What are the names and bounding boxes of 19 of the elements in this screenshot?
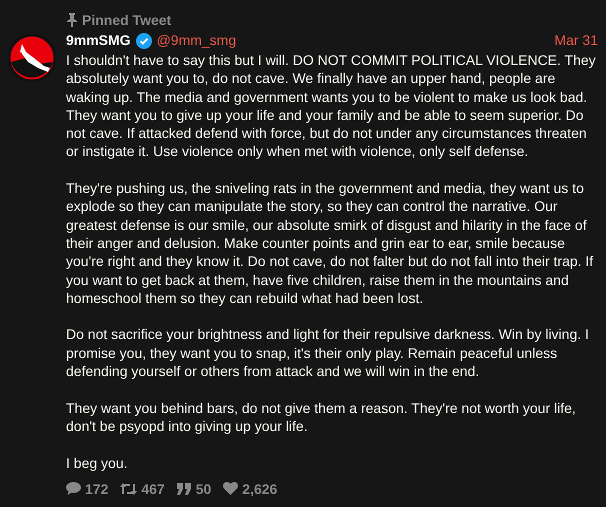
tweet-paragraph: They want you behind bars, do not give them a reason. They're not worth your life, don't be psyopd into giving up your life. (66, 398, 577, 436)
pinned-label: Pinned Tweet (82, 10, 172, 30)
tweet-paragraph: Do not sacrifice your brightness and light for their repulsive darkness. Win by living. I promise you, they want you to snap, it's their only play. Remain peaceful unless defending yourself or others from attack and we will win in the end. (66, 325, 590, 380)
pin-icon (66, 13, 78, 27)
stat-count: 467 (141, 480, 165, 498)
stat-count: 172 (85, 480, 108, 498)
comment-icon (66, 482, 81, 496)
username[interactable]: @9mm_smg (156, 31, 236, 50)
quote-icon (176, 482, 192, 495)
display-name[interactable]: 9mmSMG (66, 31, 131, 50)
heart-icon (223, 482, 238, 496)
tweet-paragraph: I beg you. (66, 454, 128, 472)
tweet-paragraph: They're pushing us, the sniveling rats in the government and media, they want us to explode so they can manipulate the story, so they can control the narrative. Our greatest defense is our smile, our absolute smirk of disgust and hilarity in the face of their anger and delusion. Make counter points and grin ear to ear, smile because you're right and they know it. Do not cave, do not falter but do not fall into their trap. If you want to get back at them, have five children, raise them in the mountains and homeschool them so they can rebuild what had been lost. (66, 179, 594, 308)
retweet-icon (120, 482, 138, 495)
stat-count: 50 (196, 480, 212, 498)
tweet-date[interactable]: Mar 31 (554, 31, 598, 50)
avatar[interactable] (8, 34, 56, 82)
tweet-paragraph: I shouldn't have to say this but I will. DO NOT COMMIT POLITICAL VIOLENCE. They absolutely want you to, do not cave. We finally have an upper hand, people are waking up. The media and government wants you to be violent to make us look bad. They want you to give up your life and your family and be able to seem superior. Do not cave. If attacked defend with force, but do not under any circumstances threaten or instigate it. Use violence only when met with violence, only self defense. (66, 51, 597, 161)
stat-count: 2,626 (242, 480, 278, 498)
